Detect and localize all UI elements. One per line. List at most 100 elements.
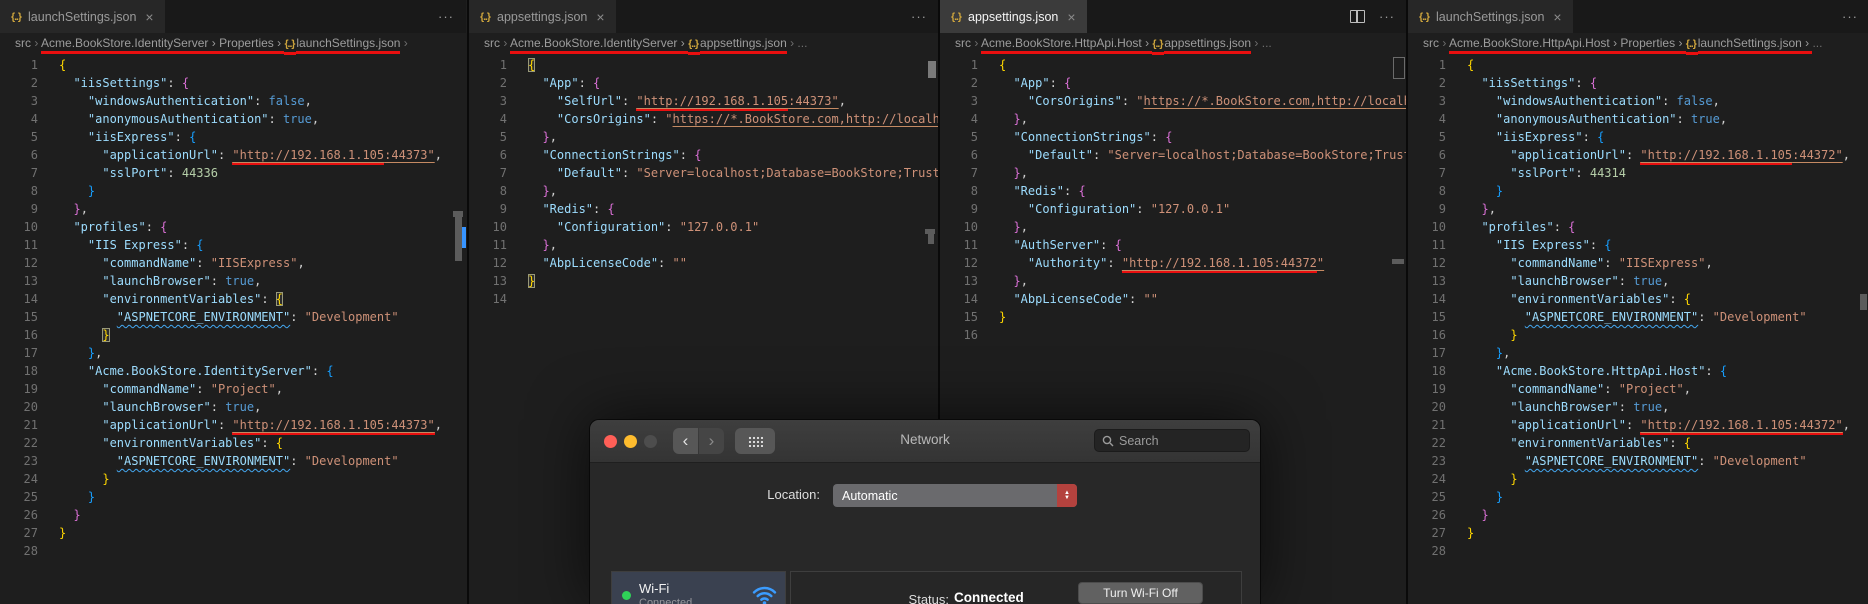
code-line: 12 "Authority": "http://192.168.1.105:44…	[940, 254, 1407, 273]
code-line: 1{	[469, 56, 939, 74]
tab-appsettings-httpapi-host[interactable]: {..} appsettings.json ×	[940, 0, 1087, 33]
code-line: 16 }	[0, 326, 466, 344]
editor-actions: ···	[1350, 0, 1407, 33]
split-editor-icon[interactable]	[1350, 10, 1365, 23]
line-number: 16	[23, 328, 38, 342]
service-status: Connected	[639, 597, 693, 604]
tab-label: launchSettings.json	[28, 9, 137, 24]
code-line: 13}	[469, 272, 939, 290]
scrollbar-thumb[interactable]	[928, 61, 936, 78]
code-line: 21 "applicationUrl": "http://192.168.1.1…	[0, 416, 466, 435]
more-actions-icon[interactable]: ···	[911, 9, 927, 24]
code-line: 12 "commandName": "IISExpress",	[1408, 254, 1868, 272]
line-number: 7	[30, 166, 38, 180]
line-number: 27	[1431, 526, 1446, 540]
turn-wifi-off-button[interactable]: Turn Wi-Fi Off	[1078, 582, 1203, 604]
code-line: 13 },	[940, 272, 1407, 290]
code-line: 16 }	[1408, 326, 1868, 344]
json-file-icon: {..}	[951, 10, 962, 23]
line-number: 20	[1431, 400, 1446, 414]
line-number: 11	[963, 238, 978, 252]
line-number: 4	[1438, 112, 1446, 126]
code-line: 21 "applicationUrl": "http://192.168.1.1…	[1408, 416, 1868, 435]
json-file-icon: {..}	[11, 10, 22, 23]
window-titlebar[interactable]: ‹ › Network Search	[590, 420, 1260, 463]
line-number: 6	[970, 148, 978, 162]
line-number: 24	[1431, 472, 1446, 486]
code-line: 15}	[940, 308, 1407, 326]
scrollbar-thumb[interactable]	[1393, 57, 1405, 79]
tab-appsettings-identityserver[interactable]: {..} appsettings.json ×	[469, 0, 616, 33]
line-number: 2	[970, 76, 978, 90]
code-area[interactable]: 1{2 "App": {3 "CorsOrigins": "https://*.…	[940, 56, 1407, 344]
code-line: 7 "Default": "Server=localhost;Database=…	[469, 164, 939, 182]
wifi-icon	[752, 586, 777, 604]
line-number: 28	[1431, 544, 1446, 558]
line-number: 17	[23, 346, 38, 360]
close-icon[interactable]: ×	[596, 9, 604, 25]
line-number: 23	[1431, 454, 1446, 468]
code-line: 18 "Acme.BookStore.HttpApi.Host": {	[1408, 362, 1868, 380]
code-line: 16	[940, 326, 1407, 344]
line-number: 9	[499, 202, 507, 216]
line-number: 26	[1431, 508, 1446, 522]
line-number: 12	[963, 256, 978, 270]
editor-actions: ···	[911, 0, 939, 33]
breadcrumb[interactable]: src › Acme.BookStore.HttpApi.Host › Prop…	[1408, 33, 1868, 56]
line-number: 18	[1431, 364, 1446, 378]
line-number: 8	[30, 184, 38, 198]
line-number: 12	[1431, 256, 1446, 270]
code-line: 6 "Default": "Server=localhost;Database=…	[940, 146, 1407, 164]
code-line: 9 "Configuration": "127.0.0.1"	[940, 200, 1407, 218]
code-line: 24 }	[1408, 470, 1868, 488]
code-area[interactable]: 1{2 "iisSettings": {3 "windowsAuthentica…	[0, 56, 466, 560]
line-number: 18	[23, 364, 38, 378]
code-line: 14	[469, 290, 939, 308]
code-area[interactable]: 1{2 "App": {3 "SelfUrl": "http://192.168…	[469, 56, 939, 308]
more-actions-icon[interactable]: ···	[1842, 9, 1858, 24]
line-number: 11	[23, 238, 38, 252]
line-number: 22	[1431, 436, 1446, 450]
line-number: 1	[970, 58, 978, 72]
line-number: 21	[23, 418, 38, 432]
breadcrumb[interactable]: src › Acme.BookStore.IdentityServer › {.…	[469, 33, 939, 56]
code-line: 11 "IIS Express": {	[0, 236, 466, 254]
tab-launchsettings-identityserver[interactable]: {..} launchSettings.json ×	[0, 0, 165, 33]
line-number: 3	[970, 94, 978, 108]
line-number: 4	[30, 112, 38, 126]
more-actions-icon[interactable]: ···	[1379, 9, 1395, 24]
search-icon	[1102, 435, 1114, 446]
breadcrumb[interactable]: src › Acme.BookStore.IdentityServer › Pr…	[0, 33, 466, 56]
tab-bar: {..} appsettings.json × ···	[469, 0, 939, 33]
service-row-wifi[interactable]: Wi-Fi Connected	[612, 572, 785, 604]
code-line: 10 "profiles": {	[0, 218, 466, 236]
code-line: 24 }	[0, 470, 466, 488]
breadcrumb[interactable]: src › Acme.BookStore.HttpApi.Host › {..}…	[940, 33, 1407, 56]
code-area[interactable]: 1{2 "iisSettings": {3 "windowsAuthentica…	[1408, 56, 1868, 560]
scrollbar-thumb[interactable]	[1860, 294, 1867, 310]
tab-launchsettings-httpapi-host[interactable]: {..} launchSettings.json ×	[1408, 0, 1573, 33]
code-line: 15 "ASPNETCORE_ENVIRONMENT": "Developmen…	[1408, 308, 1868, 326]
line-number: 9	[1438, 202, 1446, 216]
tab-label: launchSettings.json	[1436, 9, 1545, 24]
json-file-icon: {..}	[480, 10, 491, 23]
more-actions-icon[interactable]: ···	[438, 9, 454, 24]
line-number: 10	[492, 220, 507, 234]
close-icon[interactable]: ×	[1553, 9, 1561, 25]
code-line: 1{	[0, 56, 466, 74]
close-icon[interactable]: ×	[145, 9, 153, 25]
code-line: 2 "App": {	[469, 74, 939, 92]
code-line: 2 "App": {	[940, 74, 1407, 92]
code-line: 6 "applicationUrl": "http://192.168.1.10…	[1408, 146, 1868, 165]
scrollbar-thumb[interactable]	[455, 217, 462, 261]
editor-pane-1: {..} launchSettings.json × ··· src › Acm…	[0, 0, 466, 604]
code-line: 3 "windowsAuthentication": false,	[1408, 92, 1868, 110]
search-input[interactable]: Search	[1094, 429, 1250, 452]
code-line: 1{	[1408, 56, 1868, 74]
location-dropdown[interactable]: Automatic ▲ ▼	[833, 484, 1077, 507]
code-line: 25 }	[0, 488, 466, 506]
close-icon[interactable]: ×	[1067, 9, 1075, 25]
code-line: 23 "ASPNETCORE_ENVIRONMENT": "Developmen…	[0, 452, 466, 470]
line-number: 16	[1431, 328, 1446, 342]
status-value: Connected	[954, 590, 1024, 604]
